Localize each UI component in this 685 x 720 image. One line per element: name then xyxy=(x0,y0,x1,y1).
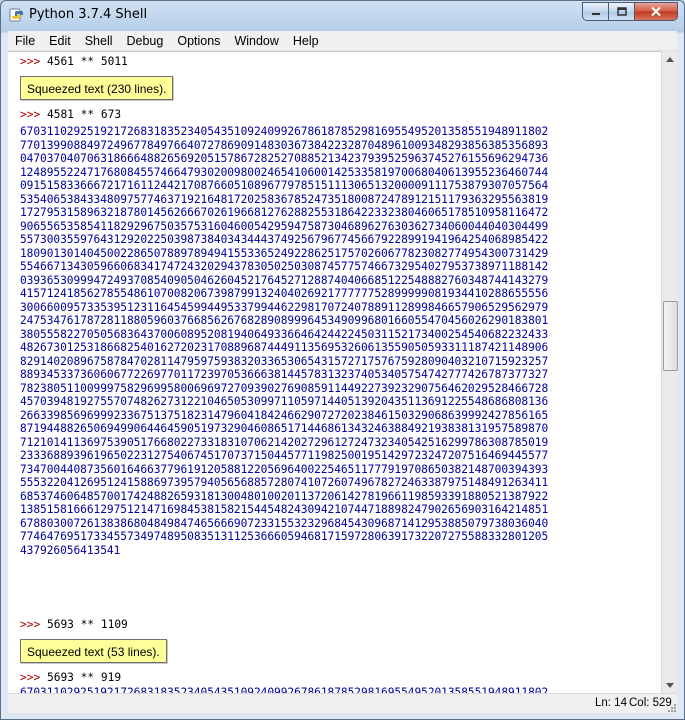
idle-shell-window: Python 3.7.4 Shell File Edit Shell Debug… xyxy=(0,0,685,720)
close-icon xyxy=(651,6,661,17)
minimize-button[interactable] xyxy=(582,2,608,21)
output-line: 1809013014045002286507889789494155336524… xyxy=(20,246,549,260)
shell-prompt: >>> xyxy=(20,671,41,684)
menu-help[interactable]: Help xyxy=(286,34,326,48)
shell-input-line: >>> 4561 ** 5011 xyxy=(20,55,128,69)
shell-command: 4561 ** 5011 xyxy=(46,55,128,68)
output-line: 7823805110099975829699580069697270939027… xyxy=(20,381,549,395)
triangle-up-icon xyxy=(666,56,674,62)
output-line: 2333688939619650223127540674517073715044… xyxy=(20,449,549,462)
menu-edit[interactable]: Edit xyxy=(42,34,78,48)
shell-prompt: >>> xyxy=(20,55,41,68)
output-line: 5546671343059660683417472432029437830502… xyxy=(20,260,549,273)
menu-options[interactable]: Options xyxy=(170,34,227,48)
scroll-down-button[interactable] xyxy=(662,677,678,693)
output-line: 1385158166612975121471698453815821544548… xyxy=(20,503,549,516)
output-line: 7347004408735601646637796191205881220569… xyxy=(20,462,549,476)
squeezed-text-button[interactable]: Squeezed text (53 lines). xyxy=(20,639,167,663)
shell-command: 5693 ** 1109 xyxy=(46,618,128,631)
triangle-down-icon xyxy=(666,682,674,688)
output-line: 437926056413541 xyxy=(20,543,121,557)
output-line: 1248955224717680845574664793020098002465… xyxy=(20,165,549,179)
output-line: 1727953158963218780145626667026196681276… xyxy=(20,206,549,219)
output-line: 5553220412695124158869739579405656885728… xyxy=(20,476,549,489)
output-line: 3006600957335395123116454599449533799446… xyxy=(20,300,549,314)
close-button[interactable] xyxy=(634,2,678,21)
shell-input-line: >>> 4581 ** 673 xyxy=(20,108,121,122)
window-title: Python 3.7.4 Shell xyxy=(29,7,148,22)
output-line: 3805558227050568364370060895208194064933… xyxy=(20,327,549,341)
output-line: 2475347617872811880596037668562676828908… xyxy=(20,314,549,327)
output-line: 8291402089675878470281147959759383203365… xyxy=(20,354,549,368)
output-line: 0393653099947249370854090504626045217645… xyxy=(20,273,549,287)
maximize-button[interactable] xyxy=(608,2,634,21)
maximize-icon xyxy=(616,6,627,16)
output-line: 4157124185627855486107008206739879913240… xyxy=(20,287,549,300)
shell-input-line: >>> 5693 ** 1109 xyxy=(20,618,128,632)
resize-grip-icon[interactable] xyxy=(665,701,677,713)
menu-file[interactable]: File xyxy=(8,34,42,48)
squeezed-text-button[interactable]: Squeezed text (230 lines). xyxy=(20,76,174,100)
status-line-number: Ln: 14 xyxy=(595,697,627,709)
output-line: 2663398569699923367513751823147960418424… xyxy=(20,408,549,422)
menu-bar: File Edit Shell Debug Options Window Hel… xyxy=(8,31,677,51)
output-line: 0915158336667217161124421708766051089677… xyxy=(20,179,549,192)
output-line: 7121014113697539051766802273318310706214… xyxy=(20,435,549,449)
output-line: 6788030072613838680484984746566690723315… xyxy=(20,516,549,530)
output-line: 9065565358541182929675035753160460054295… xyxy=(20,219,549,233)
menu-window[interactable]: Window xyxy=(227,34,285,48)
output-line: 7701399088497249677849766407278690914830… xyxy=(20,138,549,152)
shell-prompt: >>> xyxy=(20,108,41,121)
window-controls xyxy=(582,2,678,22)
shell-command: 4581 ** 673 xyxy=(46,108,122,121)
output-line: 4826730125318668254016272023170889687444… xyxy=(20,341,549,354)
shell-text-area[interactable]: >>> 4561 ** 5011 Squeezed text (230 line… xyxy=(8,51,661,694)
output-line: 5573003559764312920225039873840343444374… xyxy=(20,233,549,246)
output-line: 5354065384334809757746371921648172025836… xyxy=(20,192,549,206)
python-icon xyxy=(9,8,23,22)
output-line: 8719448826506949906446459051973290460865… xyxy=(20,422,549,435)
output-line: 0470370407063186664882656920515786728252… xyxy=(20,152,549,165)
shell-command: 5693 ** 919 xyxy=(46,671,122,684)
menu-debug[interactable]: Debug xyxy=(120,34,171,48)
output-line: 7746476951733455734974895083513112536660… xyxy=(20,530,549,543)
minimize-icon xyxy=(591,12,600,15)
menu-shell[interactable]: Shell xyxy=(78,34,120,48)
output-line: 8893453373606067722697701172397053666381… xyxy=(20,368,549,381)
scrollbar-thumb[interactable] xyxy=(663,301,678,371)
output-line: 6853746064857001742488265931813004801002… xyxy=(20,489,549,503)
shell-input-line: >>> 5693 ** 919 xyxy=(20,671,121,685)
vertical-scrollbar[interactable] xyxy=(661,51,678,693)
shell-prompt: >>> xyxy=(20,618,41,631)
output-line: 6703110292519217268318352340543510924099… xyxy=(20,125,549,138)
scroll-up-button[interactable] xyxy=(662,51,678,67)
status-bar: Ln: 14 Col: 529 xyxy=(8,693,677,713)
title-bar[interactable]: Python 3.7.4 Shell xyxy=(1,1,684,31)
output-line: 4570394819275570748262731221046505309971… xyxy=(20,395,549,408)
